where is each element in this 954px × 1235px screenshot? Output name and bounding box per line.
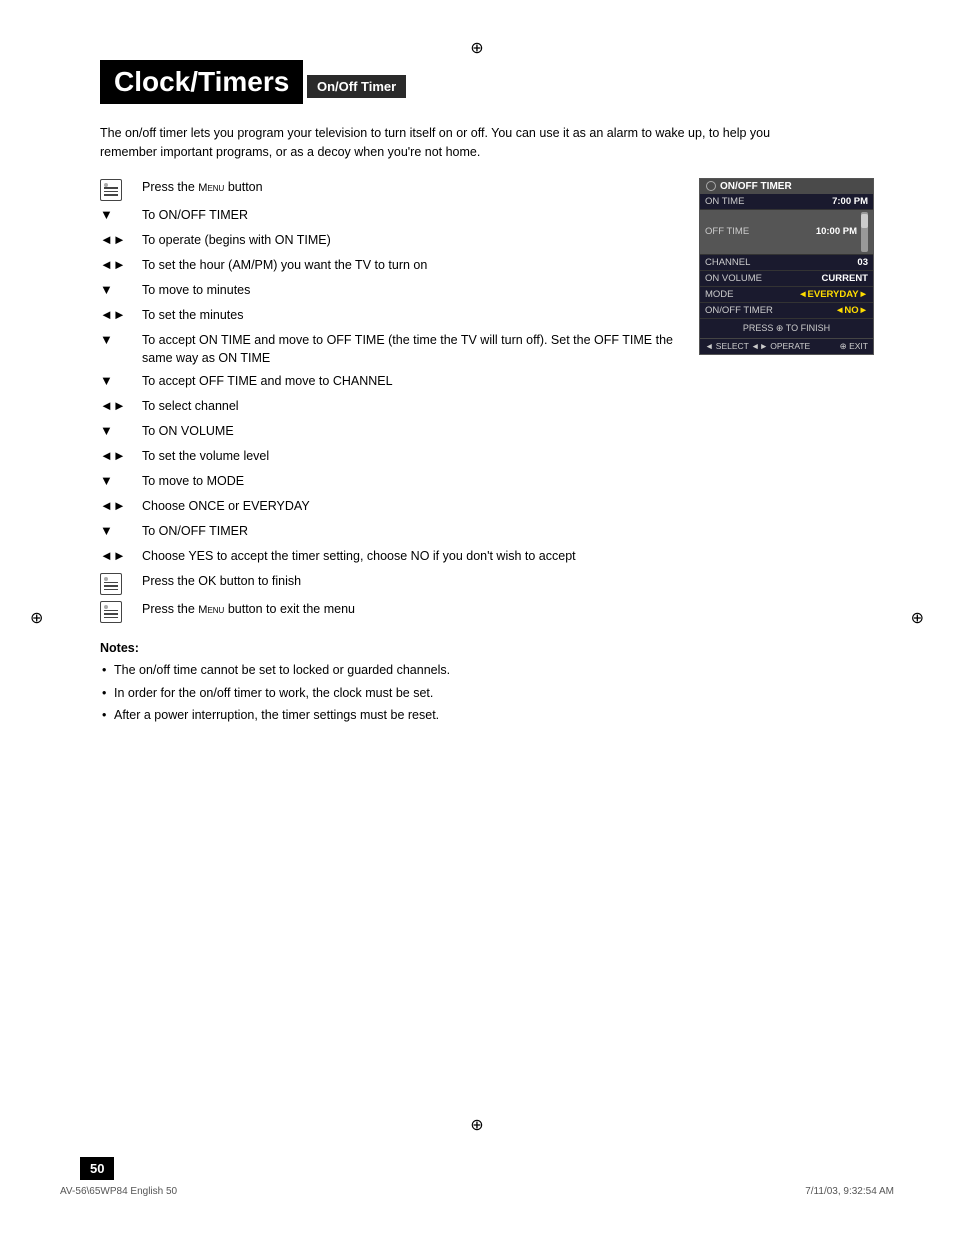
- instruction-text-14: Choose YES to accept the timer setting, …: [142, 547, 679, 565]
- instruction-text-11: To move to MODE: [142, 472, 679, 490]
- channel-label: CHANNEL: [705, 257, 750, 268]
- instruction-row-13: ▼ To ON/OFF TIMER: [100, 522, 679, 542]
- instruction-text-12: Choose ONCE or EVERYDAY: [142, 497, 679, 515]
- arrow-down-icon-6: ▼: [100, 331, 142, 347]
- onoff-timer-label: ON/OFF TIMER: [705, 305, 773, 316]
- instruction-row-9: ▼ To ON VOLUME: [100, 422, 679, 442]
- footer-right: 7/11/03, 9:32:54 AM: [805, 1186, 894, 1197]
- instruction-text-7: To accept OFF TIME and move to CHANNEL: [142, 372, 679, 390]
- notes-label: Notes:: [100, 641, 679, 655]
- note-item-0: The on/off time cannot be set to locked …: [100, 661, 679, 680]
- menu-button-icon-2: [100, 600, 142, 623]
- off-time-value: 10:00 PM: [816, 226, 857, 237]
- page-footer: AV-56\65WP84 English 50 7/11/03, 9:32:54…: [0, 1186, 954, 1197]
- reg-mark-bottom: ⊕: [470, 1115, 483, 1135]
- tv-menu-footer-left: ◄ SELECT ◄► OPERATE: [705, 341, 810, 352]
- page: ⊕ ⊕ ⊕ ⊕ Clock/Timers On/Off Timer The on…: [0, 0, 954, 1235]
- content-area: Press the Menu button ▼ To ON/OFF TIMER …: [100, 178, 874, 730]
- arrow-lr-icon-14: ◄►: [100, 547, 142, 563]
- notes-list: The on/off time cannot be set to locked …: [100, 661, 679, 725]
- instruction-text-15: Press the OK button to finish: [142, 572, 679, 590]
- tv-menu-row-on-volume: ON VOLUME CURRENT: [700, 271, 873, 287]
- arrow-down-icon-9: ▼: [100, 422, 142, 438]
- instruction-row-8: ◄► To select channel: [100, 397, 679, 417]
- mode-label: MODE: [705, 289, 734, 300]
- instruction-row-5: ◄► To set the minutes: [100, 306, 679, 326]
- section-header: On/Off Timer: [307, 75, 406, 98]
- reg-mark-left: ⊕: [30, 608, 43, 628]
- arrow-down-icon-1: ▼: [100, 206, 142, 222]
- tv-menu-row-off-time: OFF TIME 10:00 PM: [700, 210, 873, 255]
- tv-menu-title: ON/OFF TIMER: [700, 179, 873, 194]
- note-item-1: In order for the on/off timer to work, t…: [100, 684, 679, 703]
- instruction-row-11: ▼ To move to MODE: [100, 472, 679, 492]
- arrow-down-icon-7: ▼: [100, 372, 142, 388]
- arrow-lr-icon-3: ◄►: [100, 256, 142, 272]
- instruction-row-1: ▼ To ON/OFF TIMER: [100, 206, 679, 226]
- on-time-label: ON TIME: [705, 196, 744, 207]
- instruction-row-16: Press the Menu button to exit the menu: [100, 600, 679, 623]
- instruction-text-9: To ON VOLUME: [142, 422, 679, 440]
- instruction-text-1: To ON/OFF TIMER: [142, 206, 679, 224]
- onoff-timer-value: ◄NO►: [835, 305, 868, 316]
- instruction-text-8: To select channel: [142, 397, 679, 415]
- instruction-text-0: Press the Menu button: [142, 178, 679, 197]
- tv-menu-footer: ◄ SELECT ◄► OPERATE ⊕ EXIT: [700, 339, 873, 354]
- instruction-row-3: ◄► To set the hour (AM/PM) you want the …: [100, 256, 679, 276]
- on-volume-value: CURRENT: [822, 273, 868, 284]
- arrow-down-icon-13: ▼: [100, 522, 142, 538]
- page-number: 50: [80, 1157, 114, 1180]
- page-title: Clock/Timers: [100, 60, 303, 104]
- menu-circle-icon: [706, 181, 716, 191]
- instruction-row-4: ▼ To move to minutes: [100, 281, 679, 301]
- tv-menu-row-mode: MODE ◄EVERYDAY►: [700, 287, 873, 303]
- mode-value: ◄EVERYDAY►: [798, 289, 868, 300]
- reg-mark-top: ⊕: [470, 38, 483, 58]
- arrow-lr-icon-8: ◄►: [100, 397, 142, 413]
- instruction-text-13: To ON/OFF TIMER: [142, 522, 679, 540]
- intro-text: The on/off timer lets you program your t…: [100, 124, 780, 162]
- arrow-lr-icon-12: ◄►: [100, 497, 142, 513]
- arrow-lr-icon-2: ◄►: [100, 231, 142, 247]
- footer-left: AV-56\65WP84 English 50: [60, 1186, 177, 1197]
- notes-section: Notes: The on/off time cannot be set to …: [100, 641, 679, 725]
- off-time-label: OFF TIME: [705, 226, 749, 237]
- note-item-2: After a power interruption, the timer se…: [100, 706, 679, 725]
- menu-button-icon: [100, 178, 142, 201]
- instruction-row-12: ◄► Choose ONCE or EVERYDAY: [100, 497, 679, 517]
- instruction-text-10: To set the volume level: [142, 447, 679, 465]
- on-volume-label: ON VOLUME: [705, 273, 762, 284]
- tv-menu-screenshot: ON/OFF TIMER ON TIME 7:00 PM OFF TIME 10…: [699, 178, 874, 355]
- instruction-text-6: To accept ON TIME and move to OFF TIME (…: [142, 331, 679, 367]
- arrow-lr-icon-5: ◄►: [100, 306, 142, 322]
- instructions-list: Press the Menu button ▼ To ON/OFF TIMER …: [100, 178, 679, 730]
- reg-mark-right: ⊕: [911, 608, 924, 628]
- tv-menu-row-on-time: ON TIME 7:00 PM: [700, 194, 873, 210]
- instruction-text-3: To set the hour (AM/PM) you want the TV …: [142, 256, 679, 274]
- instruction-row-7: ▼ To accept OFF TIME and move to CHANNEL: [100, 372, 679, 392]
- instruction-row-6: ▼ To accept ON TIME and move to OFF TIME…: [100, 331, 679, 367]
- instruction-text-16: Press the Menu button to exit the menu: [142, 600, 679, 619]
- instruction-text-4: To move to minutes: [142, 281, 679, 299]
- instruction-row-14: ◄► Choose YES to accept the timer settin…: [100, 547, 679, 567]
- instruction-row-2: ◄► To operate (begins with ON TIME): [100, 231, 679, 251]
- tv-menu-row-onoff-timer: ON/OFF TIMER ◄NO►: [700, 303, 873, 319]
- tv-menu-row-channel: CHANNEL 03: [700, 255, 873, 271]
- tv-menu-press-text: PRESS ⊕ TO FINISH: [700, 319, 873, 339]
- arrow-down-icon-11: ▼: [100, 472, 142, 488]
- instruction-text-2: To operate (begins with ON TIME): [142, 231, 679, 249]
- tv-menu-footer-right: ⊕ EXIT: [840, 341, 868, 352]
- on-time-value: 7:00 PM: [832, 196, 868, 207]
- ok-button-icon: [100, 572, 142, 595]
- instruction-row-10: ◄► To set the volume level: [100, 447, 679, 467]
- instruction-row-15: Press the OK button to finish: [100, 572, 679, 595]
- arrow-lr-icon-10: ◄►: [100, 447, 142, 463]
- arrow-down-icon-4: ▼: [100, 281, 142, 297]
- instruction-row-0: Press the Menu button: [100, 178, 679, 201]
- instruction-text-5: To set the minutes: [142, 306, 679, 324]
- channel-value: 03: [857, 257, 868, 268]
